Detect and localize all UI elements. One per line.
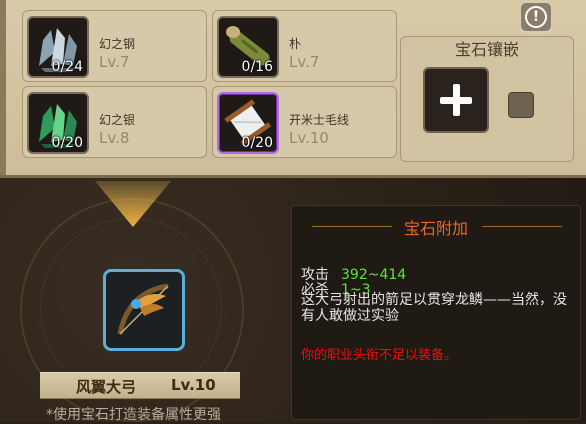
material-name: 开米士毛线 [289, 113, 350, 127]
material-slot[interactable]: 0/16 朴 Lv.7 [212, 10, 397, 82]
equip-warning: 你的职业头衔不足以装备。 [301, 348, 458, 363]
item-description: 这大弓射出的箭足以贯穿龙鳞——当然，没有人敢做过实验 [301, 292, 567, 324]
material-name: 幻之钢 [99, 37, 136, 51]
steel-crystal-icon: 0/24 [27, 16, 89, 78]
down-arrow-icon [95, 181, 171, 227]
winged-bow-icon [117, 283, 169, 335]
wood-log-icon: 0/16 [217, 16, 279, 78]
gem-inlay-panel: 宝石镶嵌 [400, 36, 574, 162]
material-slot[interactable]: 0/20 开米士毛线 Lv.10 [212, 86, 397, 158]
item-name-bar: 风翼大弓 Lv.10 [40, 372, 240, 399]
info-icon: ! [525, 6, 547, 28]
info-button[interactable]: ! [519, 1, 553, 33]
material-count: 0/16 [241, 59, 273, 75]
material-level: Lv.8 [99, 129, 130, 147]
material-name: 朴 [289, 37, 302, 51]
add-gem-button[interactable] [423, 67, 489, 133]
yarn-spool-icon: 0/20 [217, 92, 279, 154]
material-name: 幻之银 [99, 113, 136, 127]
material-level: Lv.10 [289, 129, 329, 147]
item-level: Lv.10 [171, 376, 216, 394]
item-name: 风翼大弓 [76, 378, 137, 396]
material-count: 0/24 [51, 59, 83, 75]
gem-bonus-title: 宝石附加 [403, 219, 468, 238]
material-level: Lv.7 [99, 53, 130, 71]
gem-checkbox[interactable] [508, 92, 534, 118]
gem-inlay-title: 宝石镶嵌 [454, 40, 519, 59]
tip-text: *使用宝石打造装备属性更强 [46, 407, 221, 423]
material-slot[interactable]: 0/24 幻之钢 Lv.7 [22, 10, 207, 82]
silver-crystal-icon: 0/20 [27, 92, 89, 154]
material-count: 0/20 [51, 135, 83, 151]
material-slot[interactable]: 0/20 幻之银 Lv.8 [22, 86, 207, 158]
material-count: 0/20 [241, 135, 273, 151]
material-level: Lv.7 [289, 53, 320, 71]
materials-panel: 0/24 幻之钢 Lv.7 0/16 朴 Lv.7 0/20 幻之银 Lv.8 … [0, 0, 586, 178]
gem-bonus-panel: 宝石附加 攻击 392~414 必杀 1~3 这大弓射出的箭足以贯穿龙鳞——当然，没… [291, 205, 581, 420]
equipment-slot[interactable] [103, 269, 185, 351]
